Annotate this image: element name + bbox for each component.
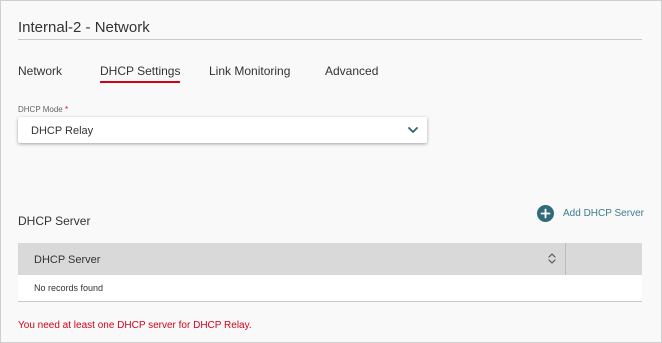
page-title: Internal-2 - Network (18, 19, 150, 36)
table-empty-row: No records found (18, 275, 642, 301)
dhcp-mode-label-text: DHCP Mode (18, 105, 63, 114)
dhcp-server-section-title: DHCP Server (18, 214, 91, 228)
table-header: DHCP Server (18, 243, 642, 275)
tab-link-monitoring[interactable]: Link Monitoring (209, 64, 290, 78)
column-header-label: DHCP Server (34, 254, 101, 266)
dhcp-mode-value: DHCP Relay (31, 125, 94, 137)
tab-advanced[interactable]: Advanced (325, 64, 378, 78)
dhcp-mode-select[interactable]: DHCP Relay (18, 117, 427, 143)
title-divider (18, 39, 642, 40)
network-settings-panel: Internal-2 - Network Network DHCP Settin… (0, 0, 662, 343)
tab-dhcp-settings[interactable]: DHCP Settings (100, 64, 181, 83)
validation-error-message: You need at least one DHCP server for DH… (18, 320, 252, 331)
column-header-dhcp-server[interactable]: DHCP Server (18, 243, 566, 275)
add-dhcp-server-label: Add DHCP Server (563, 208, 644, 219)
tab-network[interactable]: Network (18, 64, 62, 78)
chevron-down-icon (408, 127, 418, 133)
dhcp-mode-label: DHCP Mode * (18, 105, 68, 114)
dhcp-server-table: DHCP Server No records found (18, 243, 642, 302)
empty-state-text: No records found (34, 283, 104, 293)
plus-circle-icon (537, 205, 554, 222)
sort-icon (548, 253, 556, 264)
required-marker: * (65, 105, 69, 114)
